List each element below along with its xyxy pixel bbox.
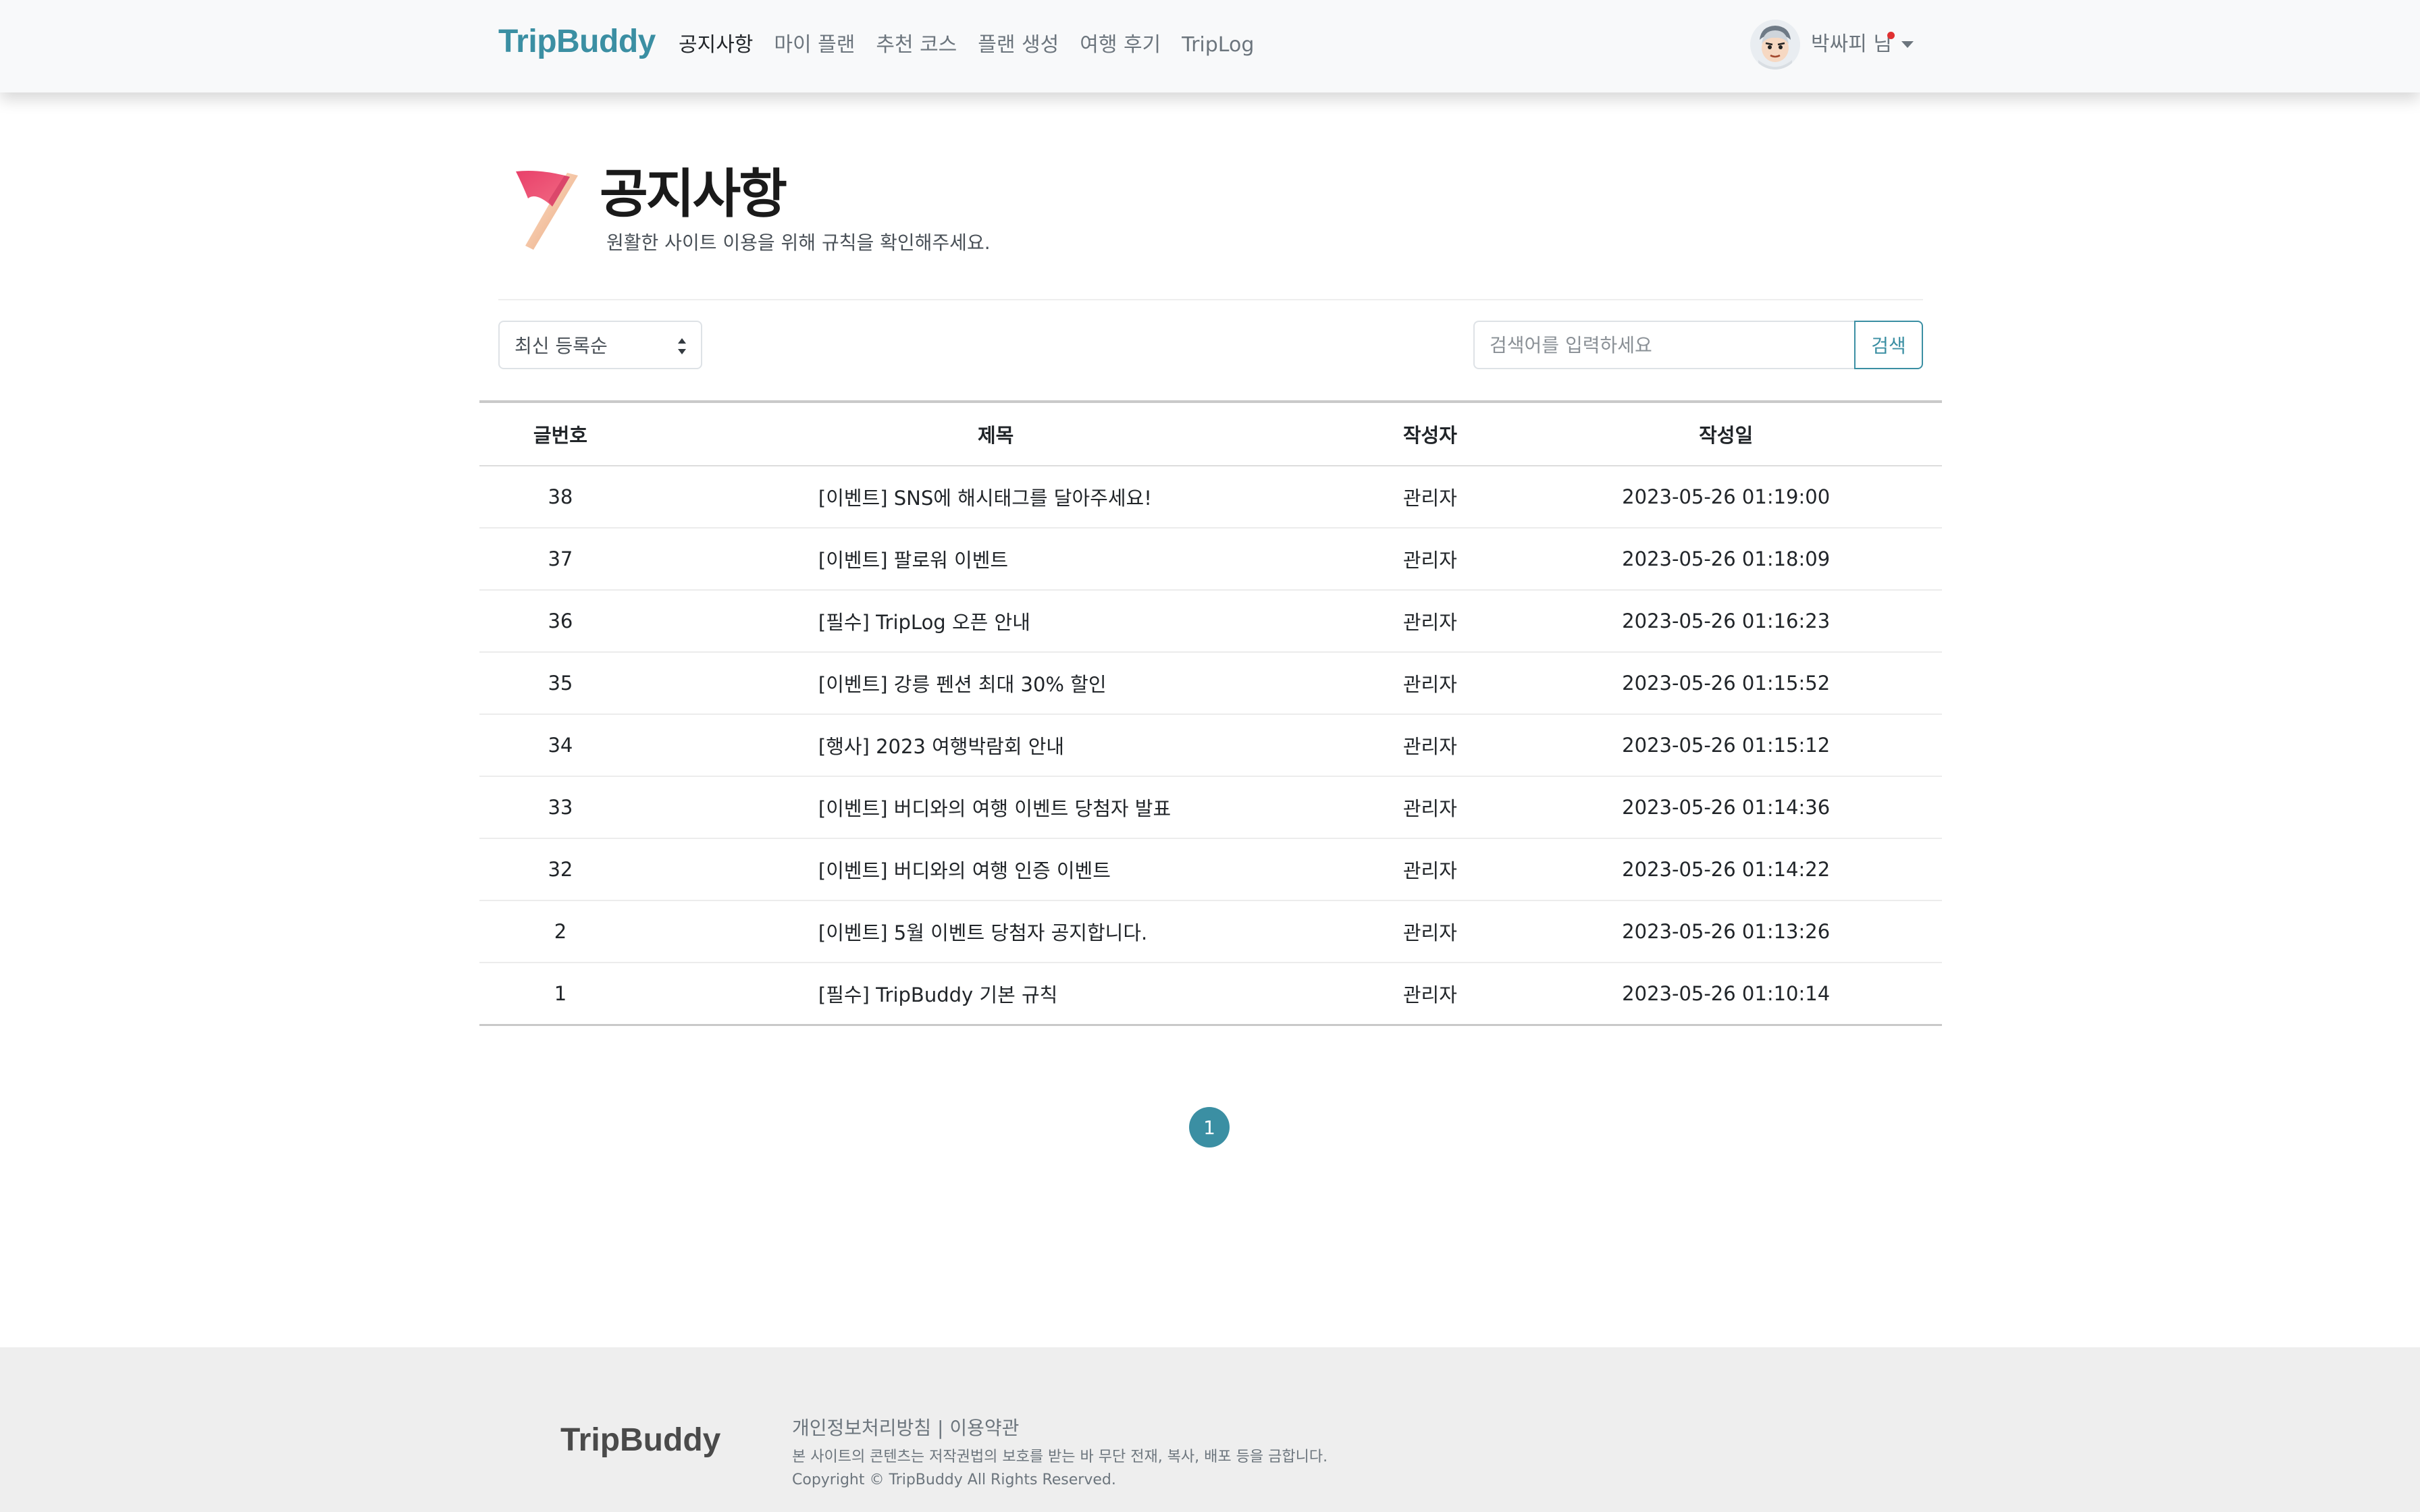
user-name-text: 박싸피 님: [1811, 32, 1892, 56]
footer-copyright: Copyright © TripBuddy All Rights Reserve…: [792, 1472, 1116, 1488]
row-number: 32: [548, 858, 573, 881]
row-title-link[interactable]: [이벤트] SNS에 해시태그를 달아주세요!: [641, 483, 1350, 511]
page-subtitle: 원활한 사이트 이용을 위해 규칙을 확인해주세요.: [606, 232, 991, 254]
page-title: 공지사항: [600, 164, 787, 225]
row-date: 2023-05-26 01:15:12: [1622, 734, 1831, 757]
row-title-link[interactable]: [이벤트] 팔로워 이벤트: [641, 545, 1350, 573]
brand-logo[interactable]: TripBuddy: [498, 20, 656, 63]
nav-link-my-plan[interactable]: 마이 플랜: [774, 28, 855, 62]
table-row[interactable]: 34 [행사] 2023 여행박람회 안내 관리자 2023-05-26 01:…: [479, 715, 1942, 777]
user-menu[interactable]: 박싸피 님: [1750, 18, 1914, 72]
row-author: 관리자: [1402, 611, 1457, 634]
row-author: 관리자: [1402, 921, 1457, 944]
row-title-link[interactable]: [이벤트] 5월 이벤트 당첨자 공지합니다.: [641, 917, 1350, 946]
column-header-number: 글번호: [533, 424, 587, 447]
flag-icon: [513, 167, 583, 251]
table-row[interactable]: 2 [이벤트] 5월 이벤트 당첨자 공지합니다. 관리자 2023-05-26…: [479, 901, 1942, 963]
notice-table: 글번호 제목 작성자 작성일 38 [이벤트] SNS에 해시태그를 달아주세요…: [479, 400, 1942, 1026]
row-author: 관리자: [1402, 859, 1457, 882]
table-header: 글번호 제목 작성자 작성일: [479, 403, 1942, 466]
row-number: 34: [548, 734, 573, 757]
row-author: 관리자: [1402, 487, 1457, 510]
nav-links: 공지사항 마이 플랜 추천 코스 플랜 생성 여행 후기 TripLog: [679, 28, 1254, 62]
column-header-title: 제목: [977, 424, 1014, 447]
table-row[interactable]: 1 [필수] TripBuddy 기본 규칙 관리자 2023-05-26 01…: [479, 963, 1942, 1024]
search-input[interactable]: [1473, 321, 1856, 369]
chevron-down-icon[interactable]: [1901, 41, 1914, 48]
row-author: 관리자: [1402, 673, 1457, 696]
footer-notice: 본 사이트의 콘텐츠는 저작권법의 보호를 받는 바 무단 전재, 복사, 배포…: [792, 1449, 1328, 1465]
row-number: 2: [554, 920, 567, 943]
row-date: 2023-05-26 01:15:52: [1622, 672, 1831, 695]
row-date: 2023-05-26 01:10:14: [1622, 982, 1831, 1005]
divider: [498, 299, 1923, 300]
row-title-link[interactable]: [필수] TripBuddy 기본 규칙: [641, 979, 1350, 1008]
nav-link-triplog[interactable]: TripLog: [1182, 28, 1254, 62]
row-title-link[interactable]: [이벤트] 버디와의 여행 이벤트 당첨자 발표: [641, 793, 1350, 821]
row-author: 관리자: [1402, 549, 1457, 572]
row-author: 관리자: [1402, 983, 1457, 1006]
row-author: 관리자: [1402, 735, 1457, 758]
footer: TripBuddy 개인정보처리방침 | 이용약관 본 사이트의 콘텐츠는 저작…: [0, 1347, 2420, 1512]
table-row[interactable]: 37 [이벤트] 팔로워 이벤트 관리자 2023-05-26 01:18:09: [479, 529, 1942, 591]
table-row[interactable]: 35 [이벤트] 강릉 펜션 최대 30% 할인 관리자 2023-05-26 …: [479, 653, 1942, 715]
sort-selected-value: 최신 등록순: [515, 335, 608, 357]
search-button[interactable]: 검색: [1854, 321, 1923, 369]
nav-link-recommended-course[interactable]: 추천 코스: [876, 28, 957, 62]
top-navbar: TripBuddy 공지사항 마이 플랜 추천 코스 플랜 생성 여행 후기 T…: [0, 0, 2420, 92]
table-row[interactable]: 32 [이벤트] 버디와의 여행 인증 이벤트 관리자 2023-05-26 0…: [479, 839, 1942, 901]
row-date: 2023-05-26 01:19:00: [1622, 485, 1831, 508]
row-date: 2023-05-26 01:14:22: [1622, 858, 1831, 881]
row-number: 35: [548, 672, 573, 695]
row-number: 33: [548, 796, 573, 819]
row-date: 2023-05-26 01:14:36: [1622, 796, 1831, 819]
nav-link-create-plan[interactable]: 플랜 생성: [978, 28, 1059, 62]
nav-link-travel-review[interactable]: 여행 후기: [1080, 28, 1161, 62]
footer-logo: TripBuddy: [560, 1422, 721, 1458]
row-title-link[interactable]: [이벤트] 강릉 펜션 최대 30% 할인: [641, 669, 1350, 697]
notification-dot: [1887, 32, 1895, 39]
row-author: 관리자: [1402, 797, 1457, 820]
user-name-label[interactable]: 박싸피 님: [1811, 28, 1895, 61]
row-title-link[interactable]: [필수] TripLog 오픈 안내: [641, 607, 1350, 635]
avatar-icon[interactable]: [1750, 20, 1800, 70]
select-arrows-icon: [678, 338, 686, 354]
row-date: 2023-05-26 01:13:26: [1622, 920, 1831, 943]
row-title-link[interactable]: [이벤트] 버디와의 여행 인증 이벤트: [641, 855, 1350, 884]
row-number: 1: [554, 982, 567, 1005]
column-header-date: 작성일: [1699, 424, 1754, 447]
table-row[interactable]: 33 [이벤트] 버디와의 여행 이벤트 당첨자 발표 관리자 2023-05-…: [479, 777, 1942, 839]
table-row[interactable]: 38 [이벤트] SNS에 해시태그를 달아주세요! 관리자 2023-05-2…: [479, 466, 1942, 529]
row-number: 38: [548, 485, 573, 508]
row-date: 2023-05-26 01:18:09: [1622, 547, 1831, 570]
table-row[interactable]: 36 [필수] TripLog 오픈 안내 관리자 2023-05-26 01:…: [479, 591, 1942, 653]
row-number: 36: [548, 610, 573, 632]
row-date: 2023-05-26 01:16:23: [1622, 610, 1831, 632]
row-title-link[interactable]: [행사] 2023 여행박람회 안내: [641, 731, 1350, 759]
footer-links[interactable]: 개인정보처리방침 | 이용약관: [792, 1415, 1019, 1442]
pagination-page-1[interactable]: 1: [1189, 1107, 1230, 1148]
column-header-author: 작성자: [1402, 424, 1457, 447]
nav-link-notice[interactable]: 공지사항: [679, 28, 753, 62]
sort-select[interactable]: 최신 등록순: [498, 321, 702, 369]
row-number: 37: [548, 547, 573, 570]
